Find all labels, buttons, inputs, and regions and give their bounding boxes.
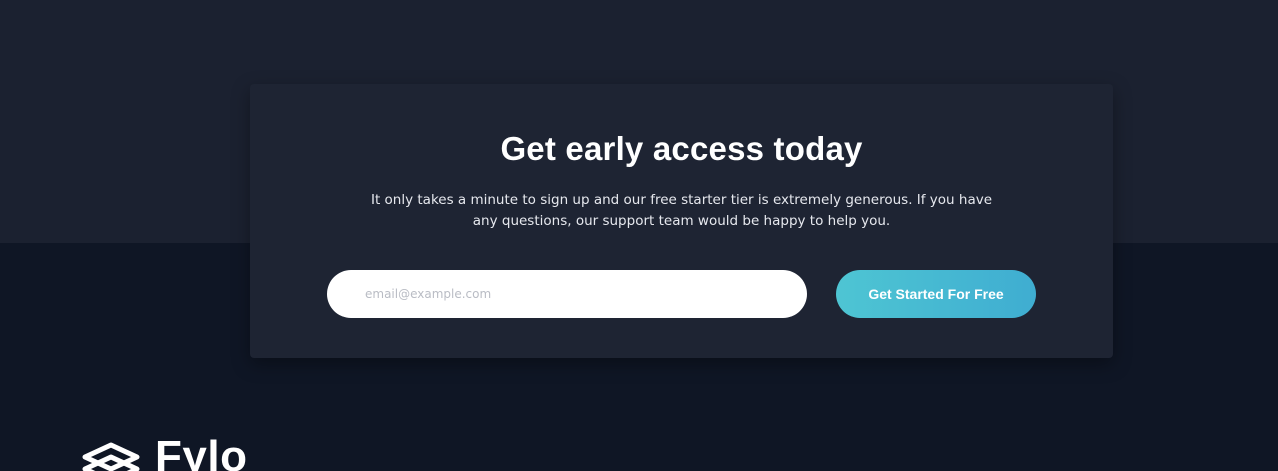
early-access-title: Get early access today bbox=[500, 130, 863, 167]
email-input[interactable] bbox=[327, 270, 807, 318]
early-access-description: It only takes a minute to sign up and ou… bbox=[370, 192, 993, 229]
stacked-layers-icon bbox=[82, 442, 140, 471]
early-access-card: Get early access today It only takes a m… bbox=[250, 84, 1113, 358]
footer-brand[interactable]: Fylo bbox=[81, 433, 247, 471]
get-started-button[interactable]: Get Started For Free bbox=[836, 270, 1036, 318]
brand-name: Fylo bbox=[155, 432, 248, 471]
landing-page: Get early access today It only takes a m… bbox=[0, 0, 1278, 471]
